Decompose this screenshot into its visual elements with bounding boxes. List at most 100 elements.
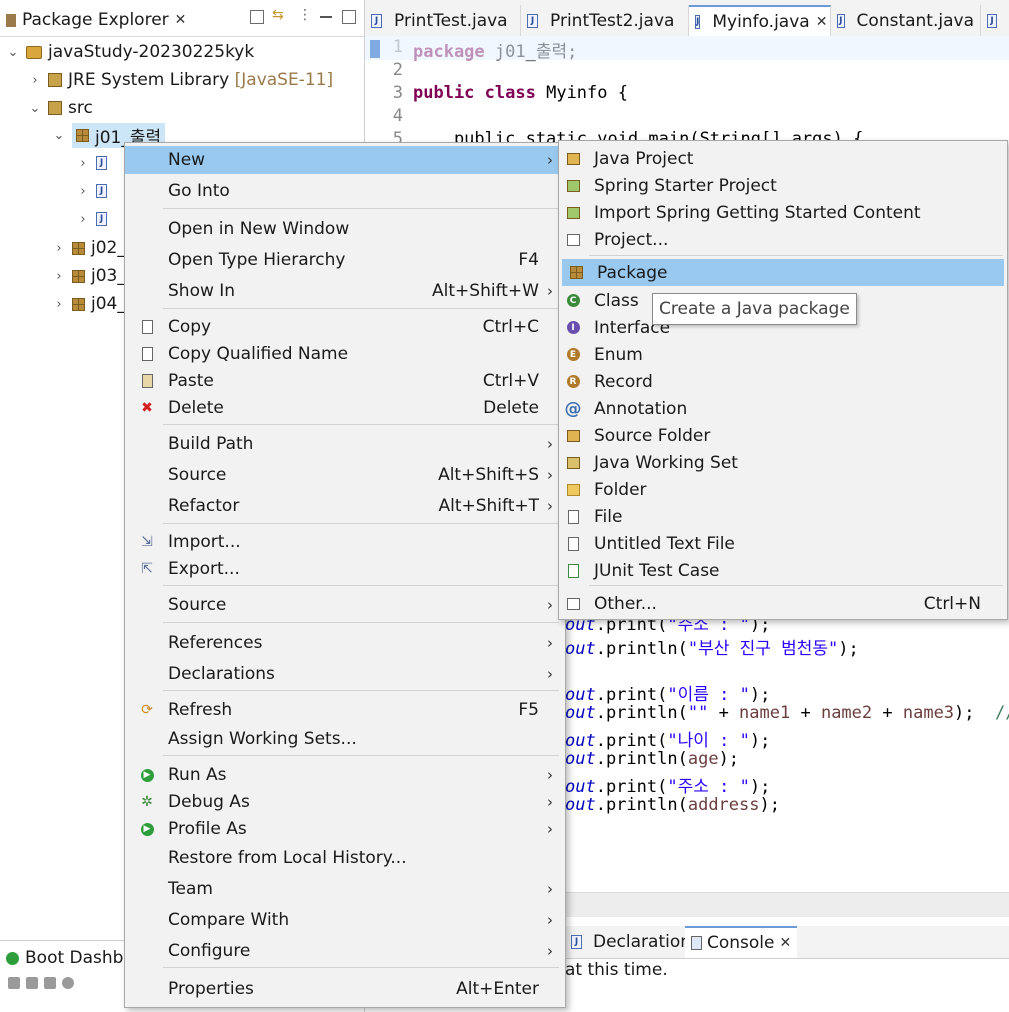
submenu-item-file[interactable]: File — [559, 503, 1007, 530]
menu-item-label: Compare With — [168, 910, 290, 930]
menu-item-refresh[interactable]: ⟳ Refresh F5 — [125, 696, 565, 724]
chevron-right-icon[interactable]: › — [76, 184, 90, 199]
package-explorer-tab[interactable]: Package Explorer ✕ — [0, 4, 194, 36]
refresh-icon: ⟳ — [141, 702, 153, 718]
menu-item-export[interactable]: ⇱ Export... — [125, 555, 565, 583]
start-icon[interactable] — [26, 977, 38, 989]
menu-item-label: Enum — [594, 344, 643, 365]
close-icon[interactable]: ✕ — [780, 935, 792, 951]
java-file-icon: J — [371, 13, 382, 28]
package-explorer-tab-label: Package Explorer — [22, 10, 169, 30]
console-icon — [691, 936, 702, 950]
submenu-item-annotation[interactable]: @ Annotation — [559, 395, 1007, 422]
menu-item-open-type-hierarchy[interactable]: Open Type Hierarchy F4 — [125, 246, 565, 274]
submenu-item-project[interactable]: Project... — [559, 226, 1007, 253]
debug-icon[interactable] — [62, 977, 74, 989]
debug-icon: ✲ — [141, 794, 153, 810]
tree-item-src[interactable]: ⌄ src — [28, 95, 93, 121]
tab-printtest2[interactable]: J PrintTest2.java — [521, 5, 689, 36]
menu-item-declarations[interactable]: Declarations › — [125, 660, 565, 688]
menu-item-run-as[interactable]: ▶ Run As › — [125, 761, 565, 789]
submenu-item-other[interactable]: Other... Ctrl+N — [559, 590, 1007, 617]
submenu-item-spring-starter[interactable]: Spring Starter Project — [559, 172, 1007, 199]
tree-item-label: src — [68, 98, 93, 118]
other-wizard-icon — [565, 596, 581, 612]
menu-item-label: References — [168, 633, 263, 653]
menu-item-compare-with[interactable]: Compare With › — [125, 906, 565, 934]
chevron-right-icon[interactable]: › — [76, 156, 90, 171]
chevron-down-icon[interactable]: ⌄ — [6, 45, 20, 60]
minimize-icon[interactable] — [320, 16, 332, 18]
tab-declaration[interactable]: J Declaration — [565, 926, 697, 958]
menu-item-build-path[interactable]: Build Path › — [125, 430, 565, 458]
chevron-right-icon[interactable]: › — [52, 297, 66, 312]
tree-item-suffix: [JavaSE-11] — [234, 70, 334, 90]
menu-item-open-new-window[interactable]: Open in New Window — [125, 215, 565, 243]
submenu-item-import-spring[interactable]: Import Spring Getting Started Content — [559, 199, 1007, 226]
tab-console[interactable]: Console ✕ — [685, 926, 798, 958]
menu-item-delete[interactable]: ✖ Delete Delete — [125, 394, 565, 422]
menu-item-debug-as[interactable]: ✲ Debug As › — [125, 788, 565, 816]
menu-item-label: Properties — [168, 979, 254, 999]
chevron-right-icon[interactable]: › — [52, 241, 66, 256]
menu-item-refactor[interactable]: Refactor Alt+Shift+T › — [125, 492, 565, 520]
tab-printtest[interactable]: J PrintTest.java — [365, 5, 521, 36]
submenu-item-java-working-set[interactable]: Java Working Set — [559, 449, 1007, 476]
menu-item-source-2[interactable]: Source › — [125, 591, 565, 619]
menu-item-profile-as[interactable]: ▶ Profile As › — [125, 815, 565, 843]
menu-item-copy[interactable]: Copy Ctrl+C — [125, 313, 565, 341]
submenu-item-folder[interactable]: Folder — [559, 476, 1007, 503]
menu-item-label: Source Folder — [594, 425, 711, 446]
menu-item-import[interactable]: ⇲ Import... — [125, 528, 565, 556]
chevron-right-icon[interactable]: › — [52, 269, 66, 284]
menu-item-restore-history[interactable]: Restore from Local History... — [125, 844, 565, 872]
menu-item-copy-qualified-name[interactable]: Copy Qualified Name — [125, 340, 565, 368]
close-icon[interactable]: ✕ — [816, 14, 828, 30]
tab-myinfo[interactable]: J Myinfo.java ✕ — [689, 5, 831, 36]
maximize-icon[interactable] — [342, 10, 356, 24]
tree-item-jre[interactable]: › JRE System Library [JavaSE-11] — [28, 67, 333, 93]
menu-item-shortcut: Alt+Shift+S — [438, 465, 539, 485]
menu-item-go-into[interactable]: Go Into — [125, 177, 565, 205]
submenu-item-untitled-text-file[interactable]: Untitled Text File — [559, 530, 1007, 557]
menu-item-paste[interactable]: Paste Ctrl+V — [125, 367, 565, 395]
stop-icon[interactable] — [44, 977, 56, 989]
chevron-right-icon[interactable]: › — [28, 73, 42, 88]
chevron-right-icon[interactable]: › — [76, 212, 90, 227]
menu-item-show-in[interactable]: Show In Alt+Shift+W › — [125, 277, 565, 305]
refresh-icon[interactable] — [8, 977, 20, 989]
tree-item-file[interactable]: › J — [76, 150, 113, 176]
menu-item-source[interactable]: Source Alt+Shift+S › — [125, 461, 565, 489]
menu-item-configure[interactable]: Configure › — [125, 937, 565, 965]
chevron-down-icon[interactable]: ⌄ — [52, 128, 66, 143]
tree-item-j02[interactable]: › j02_ — [52, 235, 125, 261]
submenu-item-package[interactable]: Package — [562, 259, 1004, 286]
submenu-item-enum[interactable]: E Enum — [559, 341, 1007, 368]
collapse-all-icon[interactable] — [250, 10, 264, 24]
submenu-item-java-project[interactable]: Java Project — [559, 145, 1007, 172]
chevron-right-icon: › — [547, 766, 553, 784]
chevron-down-icon[interactable]: ⌄ — [28, 101, 42, 116]
menu-item-team[interactable]: Team › — [125, 875, 565, 903]
tree-item-file[interactable]: › J — [76, 206, 113, 232]
menu-item-properties[interactable]: Properties Alt+Enter — [125, 975, 565, 1003]
tab-overflow[interactable]: J — [981, 5, 1009, 36]
java-file-icon: J — [987, 13, 997, 28]
menu-item-assign-working-sets[interactable]: Assign Working Sets... — [125, 725, 565, 753]
menu-item-new[interactable]: New › — [125, 146, 565, 174]
link-with-editor-icon[interactable]: ⇆ — [272, 7, 284, 23]
menu-item-label: Profile As — [168, 819, 247, 839]
submenu-item-junit-test-case[interactable]: JUnit Test Case — [559, 557, 1007, 584]
tree-item-j04[interactable]: › j04_ — [52, 291, 125, 317]
tree-item-j03[interactable]: › j03_ — [52, 263, 125, 289]
tree-item-file[interactable]: › J — [76, 178, 113, 204]
close-icon[interactable]: ✕ — [175, 12, 187, 28]
submenu-item-source-folder[interactable]: Source Folder — [559, 422, 1007, 449]
tree-item-project[interactable]: ⌄ javaStudy-20230225kyk — [6, 39, 255, 65]
menu-item-shortcut: F5 — [518, 700, 539, 720]
menu-item-references[interactable]: References › — [125, 629, 565, 657]
submenu-item-record[interactable]: R Record — [559, 368, 1007, 395]
chevron-right-icon: › — [547, 911, 553, 929]
tab-constant[interactable]: J Constant.java — [831, 5, 981, 36]
view-menu-icon[interactable]: ⋮ — [298, 7, 312, 23]
